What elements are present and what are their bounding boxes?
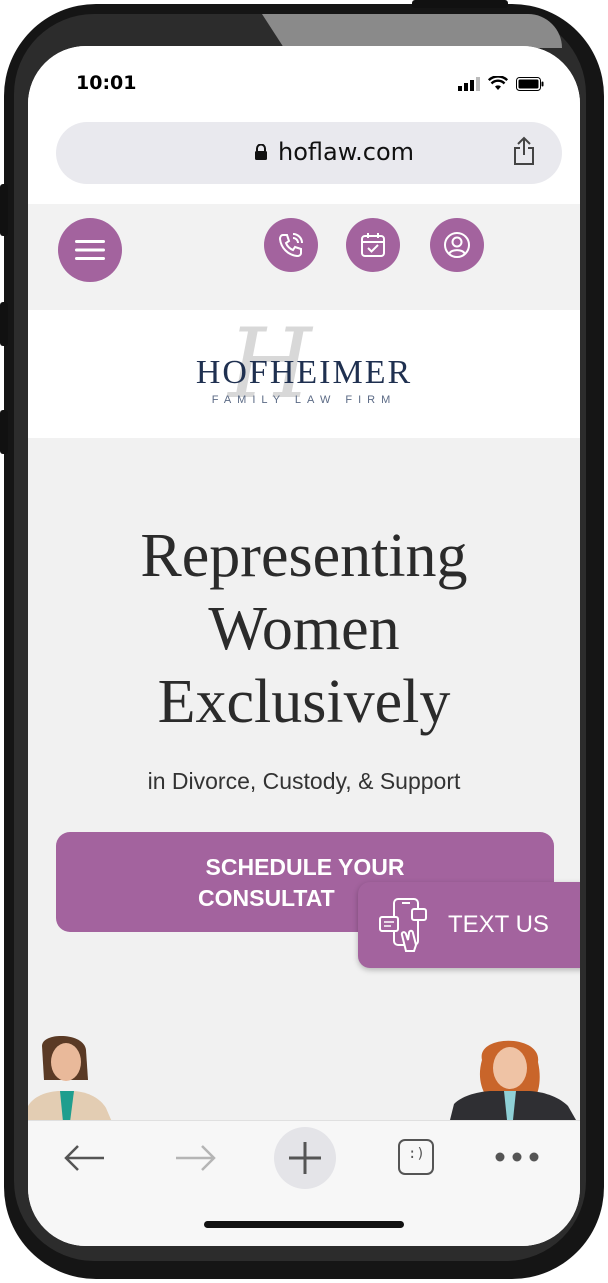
site-header bbox=[28, 204, 580, 310]
more-icon[interactable] bbox=[494, 1151, 540, 1163]
back-arrow-icon[interactable] bbox=[62, 1143, 106, 1173]
plus-icon bbox=[289, 1142, 321, 1174]
wifi-icon bbox=[488, 76, 508, 90]
schedule-button[interactable] bbox=[346, 218, 400, 272]
tabs-button[interactable]: :) bbox=[398, 1139, 434, 1175]
status-bar: 10:01 bbox=[28, 46, 580, 122]
cta-label-line: SCHEDULE YOUR bbox=[205, 854, 405, 880]
menu-button[interactable] bbox=[58, 218, 122, 282]
phone-icon bbox=[278, 233, 303, 258]
text-us-label: TEXT US bbox=[448, 911, 549, 938]
hamburger-icon bbox=[75, 240, 105, 260]
side-button-volume-up bbox=[0, 302, 8, 346]
logo-tagline: FAMILY LAW FIRM bbox=[211, 394, 397, 406]
logo-name: HOFHEIMER bbox=[195, 354, 413, 391]
call-button[interactable] bbox=[264, 218, 318, 272]
side-button-mute bbox=[0, 184, 8, 236]
url-text: hoflaw.com bbox=[278, 138, 415, 166]
lock-icon bbox=[255, 144, 267, 160]
address-bar[interactable]: hoflaw.com bbox=[56, 122, 562, 184]
site-logo[interactable]: H HOFHEIMER FAMILY LAW FIRM bbox=[28, 310, 580, 438]
attorney-photo-4 bbox=[446, 1040, 580, 1120]
new-tab-button[interactable] bbox=[274, 1127, 336, 1189]
calendar-icon bbox=[361, 233, 385, 257]
home-indicator bbox=[204, 1221, 404, 1228]
phone-message-icon bbox=[379, 898, 427, 952]
account-button[interactable] bbox=[430, 218, 484, 272]
hero-title-line: Women bbox=[208, 595, 400, 663]
phone-screen: 10:01 hoflaw.com H HOFHEIMER FAMILY LAW … bbox=[28, 46, 580, 1246]
text-us-button[interactable]: TEXT US bbox=[358, 882, 580, 968]
hero-section: Representing Women Exclusively in Divorc… bbox=[28, 438, 580, 1178]
browser-address-area: hoflaw.com bbox=[28, 122, 580, 205]
hero-title: Representing Women Exclusively bbox=[28, 520, 580, 739]
status-icons bbox=[458, 76, 544, 91]
hero-title-line: Representing bbox=[140, 522, 468, 590]
signal-icon bbox=[458, 76, 480, 91]
hero-subtitle: in Divorce, Custody, & Support bbox=[147, 768, 461, 794]
hero-title-line: Exclusively bbox=[157, 668, 451, 736]
user-icon bbox=[444, 232, 470, 258]
attorney-photo-1 bbox=[28, 1035, 120, 1122]
top-button bbox=[412, 0, 508, 8]
forward-arrow-icon[interactable] bbox=[174, 1143, 218, 1173]
side-button-volume-down bbox=[0, 410, 8, 454]
status-time: 10:01 bbox=[76, 72, 137, 94]
tabs-icon: :) bbox=[408, 1146, 425, 1162]
battery-icon bbox=[516, 76, 544, 91]
browser-toolbar: :) bbox=[28, 1120, 580, 1246]
share-icon[interactable] bbox=[512, 136, 536, 166]
logo-band: H HOFHEIMER FAMILY LAW FIRM bbox=[28, 310, 580, 438]
frame-glare bbox=[262, 14, 562, 48]
